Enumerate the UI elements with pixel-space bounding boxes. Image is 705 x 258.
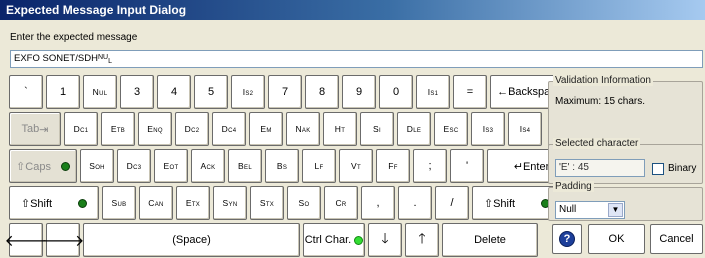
message-input[interactable]: EXFO SONET/SDHNUL <box>10 50 703 68</box>
binary-label: Binary <box>668 163 697 174</box>
key-r2-4[interactable]: D C4 <box>212 112 246 146</box>
key-r2-12[interactable]: I S4 <box>508 112 542 146</box>
arrow-down-key[interactable]: 🡓 <box>368 223 402 257</box>
key-r3-4[interactable]: B EL <box>228 149 262 183</box>
ctrl-char-label: Ctrl Char. <box>304 234 352 246</box>
key-r3-10[interactable]: ' <box>450 149 484 183</box>
arrow-left-key[interactable]: 🡐 <box>5 223 47 257</box>
keyboard-row-2: Tab ⇥ D C1 E TB E NQ D C2 D C4 E M N AK H T S I D LE E SC I S3 I S… <box>9 112 542 146</box>
key-r4-7[interactable]: , <box>361 186 395 220</box>
key-r1-0[interactable]: ` <box>9 75 43 109</box>
key-r1-1[interactable]: 1 <box>46 75 80 109</box>
binary-checkbox[interactable] <box>652 163 664 175</box>
tab-icon: ⇥ <box>39 123 49 136</box>
validation-text: Maximum: 15 chars. <box>555 96 646 107</box>
padding-value: Null <box>559 204 577 215</box>
key-r4-1[interactable]: C AN <box>139 186 173 220</box>
key-r3-0[interactable]: S OH <box>80 149 114 183</box>
key-r1-6[interactable]: I S2 <box>231 75 265 109</box>
cancel-button[interactable]: Cancel <box>650 224 703 254</box>
key-r1-8[interactable]: 8 <box>305 75 339 109</box>
key-r1-12[interactable]: = <box>453 75 487 109</box>
dialog-title: Expected Message Input Dialog <box>0 0 705 20</box>
key-r3-8[interactable]: FF <box>376 149 410 183</box>
key-r2-7[interactable]: HT <box>323 112 357 146</box>
tab-key[interactable]: Tab ⇥ <box>9 112 61 146</box>
key-r2-3[interactable]: D C2 <box>175 112 209 146</box>
delete-key[interactable]: Delete <box>442 223 538 257</box>
key-r1-10[interactable]: 0 <box>379 75 413 109</box>
padding-title: Padding <box>553 181 594 192</box>
validation-title: Validation Information <box>553 75 653 86</box>
key-r1-2[interactable]: N UL <box>83 75 117 109</box>
key-r2-2[interactable]: E NQ <box>138 112 172 146</box>
key-r2-0[interactable]: D C1 <box>64 112 98 146</box>
key-r4-9[interactable]: / <box>435 186 469 220</box>
ctrl-char-key[interactable]: Ctrl Char. <box>303 223 365 257</box>
key-r3-1[interactable]: D C3 <box>117 149 151 183</box>
message-text: EXFO SONET/SDH <box>14 53 98 64</box>
help-icon: ? <box>559 231 575 247</box>
selected-char-group: Selected character 'E' : 45 Binary <box>548 138 703 184</box>
key-r2-8[interactable]: SI <box>360 112 394 146</box>
message-char-sub: L <box>108 58 112 65</box>
keyboard-row-4: ⇧Shift S UB C AN E TX S YN S TX S O C R,. / ⇧Shift <box>9 186 562 220</box>
caps-key-label: ⇧Caps <box>16 160 51 173</box>
shift-left-led-icon <box>78 198 88 208</box>
caps-key[interactable]: ⇧Caps <box>9 149 77 183</box>
virtual-keyboard: ` 1 N UL 3 4 5 I S2 7 8 9 0 I S1 = ←Backspace Tab ⇥ D C1 E T… <box>5 75 576 257</box>
key-r4-6[interactable]: CR <box>324 186 358 220</box>
key-r4-8[interactable]: . <box>398 186 432 220</box>
key-r1-9[interactable]: 9 <box>342 75 376 109</box>
key-r1-3[interactable]: 3 <box>120 75 154 109</box>
keyboard-row-5: 🡐 🡒 (Space) Ctrl Char. 🡓 🡑 Delete <box>5 223 538 257</box>
key-r4-4[interactable]: S TX <box>250 186 284 220</box>
tab-key-label: Tab <box>21 123 40 135</box>
key-r2-5[interactable]: EM <box>249 112 283 146</box>
ok-button[interactable]: OK <box>588 224 645 254</box>
key-r3-5[interactable]: BS <box>265 149 299 183</box>
chevron-down-icon: ▼ <box>608 203 623 217</box>
arrow-up-key[interactable]: 🡑 <box>405 223 439 257</box>
key-r4-3[interactable]: S YN <box>213 186 247 220</box>
ctrl-char-led-icon <box>354 235 364 245</box>
shift-right-key-label: ⇧Shift <box>483 197 516 210</box>
key-r3-2[interactable]: E OT <box>154 149 188 183</box>
key-r2-9[interactable]: D LE <box>397 112 431 146</box>
selected-char-field: 'E' : 45 <box>555 159 645 177</box>
padding-group: Padding Null ▼ <box>548 181 703 221</box>
key-r2-10[interactable]: E SC <box>434 112 468 146</box>
key-r1-7[interactable]: 7 <box>268 75 302 109</box>
key-r3-6[interactable]: LF <box>302 149 336 183</box>
keyboard-row-1: ` 1 N UL 3 4 5 I S2 7 8 9 0 I S1 = ←Backspace <box>9 75 569 109</box>
arrow-right-key[interactable]: 🡒 <box>42 223 84 257</box>
key-r1-11[interactable]: I S1 <box>416 75 450 109</box>
key-r3-3[interactable]: A CK <box>191 149 225 183</box>
key-r3-7[interactable]: VT <box>339 149 373 183</box>
padding-select[interactable]: Null ▼ <box>555 201 625 219</box>
key-r1-4[interactable]: 4 <box>157 75 191 109</box>
key-r1-5[interactable]: 5 <box>194 75 228 109</box>
key-r3-9[interactable]: ; <box>413 149 447 183</box>
key-r4-0[interactable]: S UB <box>102 186 136 220</box>
enter-key-label: ↵Enter <box>513 160 550 173</box>
caps-led-icon <box>60 161 70 171</box>
selected-char-title: Selected character <box>553 138 641 149</box>
help-button[interactable]: ? <box>552 224 582 254</box>
key-r2-1[interactable]: E TB <box>101 112 135 146</box>
key-r4-2[interactable]: E TX <box>176 186 210 220</box>
key-r2-11[interactable]: I S3 <box>471 112 505 146</box>
prompt-label: Enter the expected message <box>10 32 138 43</box>
key-r2-6[interactable]: N AK <box>286 112 320 146</box>
space-key[interactable]: (Space) <box>83 223 300 257</box>
shift-left-key-label: ⇧Shift <box>20 197 53 210</box>
key-r4-5[interactable]: SO <box>287 186 321 220</box>
keyboard-row-3: ⇧Caps S OH D C3 E OT A CK B EL B S L F V T F F; ' ↵Enter <box>9 149 576 183</box>
shift-left-key[interactable]: ⇧Shift <box>9 186 99 220</box>
